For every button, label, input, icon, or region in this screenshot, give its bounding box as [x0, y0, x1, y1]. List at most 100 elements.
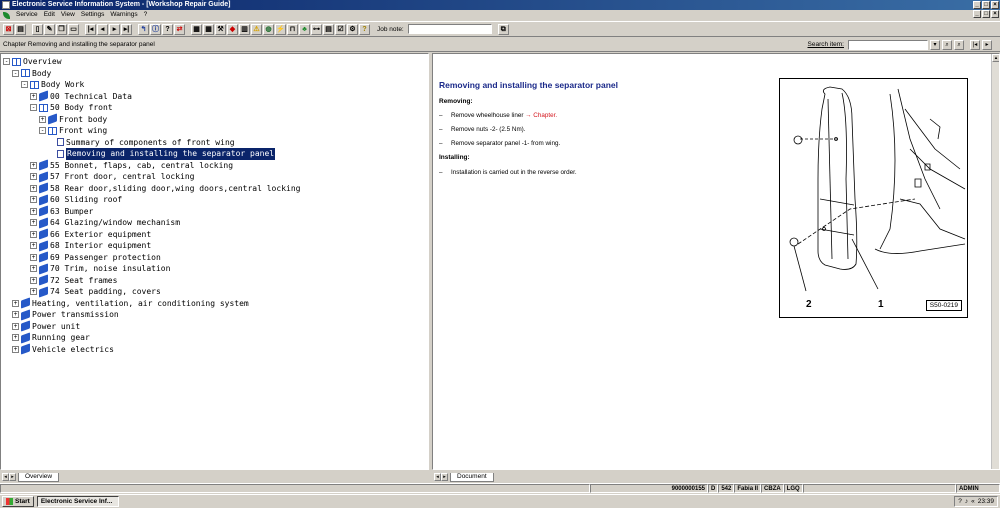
tab-overview[interactable]: Overview: [18, 472, 60, 482]
last-page-icon[interactable]: ▸|: [121, 23, 132, 35]
expand-icon[interactable]: +: [12, 334, 19, 342]
expand-icon[interactable]: +: [30, 92, 37, 100]
first-page-icon[interactable]: |◂: [85, 23, 96, 35]
expand-icon[interactable]: +: [39, 115, 46, 123]
tree-item[interactable]: +64 Glazing/window mechanism: [3, 217, 300, 229]
tree-item[interactable]: - 50 Body front: [3, 102, 300, 114]
minimize-button[interactable]: _: [973, 1, 981, 9]
warning-icon[interactable]: ⚠: [251, 23, 262, 35]
checklist-icon[interactable]: ☑: [335, 23, 346, 35]
next-page-icon[interactable]: ▸: [109, 23, 120, 35]
chapter-link[interactable]: → Chapter.: [525, 112, 557, 119]
wiring-icon[interactable]: ⚡: [275, 23, 286, 35]
tab-scroll-right-icon[interactable]: ▸: [9, 473, 16, 481]
menu-warnings[interactable]: Warnings: [107, 10, 140, 20]
car-side-icon[interactable]: ⊶: [311, 23, 322, 35]
collapse-icon[interactable]: -: [12, 69, 19, 77]
tree-item[interactable]: + Running gear: [3, 332, 300, 344]
tree-item[interactable]: +68 Interior equipment: [3, 240, 300, 252]
tab-scroll-left-icon[interactable]: ◂: [2, 473, 9, 481]
expand-icon[interactable]: +: [12, 299, 19, 307]
collapse-icon[interactable]: -: [21, 81, 28, 89]
leaf-icon[interactable]: ♣: [299, 23, 310, 35]
new-doc-icon[interactable]: ▯: [32, 23, 43, 35]
collapse-icon[interactable]: -: [3, 58, 10, 66]
tree-item[interactable]: + Heating, ventilation, air conditioning …: [3, 297, 300, 310]
doc-restore-button[interactable]: □: [982, 10, 990, 18]
find-next-icon[interactable]: ⌕: [954, 40, 964, 50]
copy-icon[interactable]: ❐: [56, 23, 67, 35]
scroll-up-icon[interactable]: ▴: [992, 54, 999, 62]
expand-icon[interactable]: +: [30, 219, 37, 227]
nav-first-icon[interactable]: |◂: [970, 40, 980, 50]
expand-icon[interactable]: +: [30, 196, 37, 204]
expand-icon[interactable]: +: [30, 265, 37, 273]
tree-item[interactable]: - Body Work: [3, 79, 300, 91]
table-icon[interactable]: ▦: [203, 23, 214, 35]
help-tray-icon[interactable]: ?: [958, 498, 962, 505]
volume-tray-icon[interactable]: ♪: [965, 498, 968, 505]
info-icon[interactable]: ⓘ: [150, 23, 161, 35]
tree-item[interactable]: +63 Bumper: [3, 205, 300, 218]
job-note-button[interactable]: ⧉: [497, 23, 509, 35]
car-icon[interactable]: ▭: [68, 23, 79, 35]
prev-page-icon[interactable]: ◂: [97, 23, 108, 35]
manual-icon[interactable]: ▥: [239, 23, 250, 35]
menu-edit[interactable]: Edit: [41, 10, 58, 20]
tree-item[interactable]: Removing and installing the separator pa…: [3, 148, 300, 160]
close-button[interactable]: ×: [991, 1, 999, 9]
expand-icon[interactable]: +: [30, 242, 37, 250]
tree-item[interactable]: - Body: [3, 68, 300, 80]
menu-view[interactable]: View: [58, 10, 78, 20]
collapse-icon[interactable]: -: [39, 127, 46, 135]
expand-icon[interactable]: +: [30, 230, 37, 238]
tree-item[interactable]: + Front body: [3, 113, 300, 126]
tree-item[interactable]: +74 Seat padding, covers: [3, 286, 300, 298]
tree-item[interactable]: +57 Front door, central locking: [3, 171, 300, 183]
tree-item[interactable]: - Front wing: [3, 125, 300, 137]
tools-icon[interactable]: ⚒: [215, 23, 226, 35]
menu-service[interactable]: Service: [13, 10, 41, 20]
edit-doc-icon[interactable]: ✎: [44, 23, 55, 35]
print-icon[interactable]: ▤: [15, 23, 26, 35]
diagnosis-icon[interactable]: ◆: [227, 23, 238, 35]
collapse-icon[interactable]: -: [30, 104, 37, 112]
job-note-field[interactable]: [407, 24, 492, 34]
nav-next-icon[interactable]: ▸: [982, 40, 992, 50]
tree-item[interactable]: - Overview: [3, 56, 300, 68]
document-icon[interactable]: ▤: [323, 23, 334, 35]
menu-settings[interactable]: Settings: [78, 10, 108, 20]
tree-item[interactable]: + Power transmission: [3, 309, 300, 321]
doc-minimize-button[interactable]: _: [973, 10, 981, 18]
tray-expand-icon[interactable]: «: [971, 498, 975, 505]
doc-close-button[interactable]: ×: [991, 10, 999, 18]
help-icon[interactable]: ?: [162, 23, 173, 35]
back-icon[interactable]: ↰: [138, 23, 149, 35]
tree-item[interactable]: +70 Trim, noise insulation: [3, 263, 300, 275]
find-icon[interactable]: ⌕: [942, 40, 952, 50]
swap-icon[interactable]: ⇄: [174, 23, 185, 35]
search-input[interactable]: [848, 40, 928, 50]
expand-icon[interactable]: +: [12, 345, 19, 353]
search-dropdown-icon[interactable]: ▾: [930, 40, 940, 50]
tree-item[interactable]: +55 Bonnet, flaps, cab, central locking: [3, 159, 300, 172]
expand-icon[interactable]: +: [30, 288, 37, 296]
menu-help[interactable]: ?: [141, 10, 151, 20]
expand-icon[interactable]: +: [12, 322, 19, 330]
expand-icon[interactable]: +: [30, 173, 37, 181]
maximize-button[interactable]: □: [982, 1, 990, 9]
expand-icon[interactable]: +: [30, 253, 37, 261]
tree-item[interactable]: + Power unit: [3, 320, 300, 333]
tree-item[interactable]: +00 Technical Data: [3, 90, 300, 103]
doc-tab-scroll-right-icon[interactable]: ▸: [441, 473, 448, 481]
expand-icon[interactable]: +: [30, 184, 37, 192]
tree-item[interactable]: +58 Rear door,sliding door,wing doors,ce…: [3, 182, 300, 195]
expand-icon[interactable]: +: [12, 311, 19, 319]
expand-icon[interactable]: +: [30, 207, 37, 215]
document-scrollbar[interactable]: ▴: [991, 54, 999, 469]
tree-item[interactable]: +72 Seat frames: [3, 274, 300, 287]
tree-item[interactable]: Summary of components of front wing: [3, 137, 300, 149]
globe-icon[interactable]: ◍: [263, 23, 274, 35]
tree-item[interactable]: +60 Sliding roof: [3, 194, 300, 206]
exit-icon[interactable]: ⊠: [3, 23, 14, 35]
